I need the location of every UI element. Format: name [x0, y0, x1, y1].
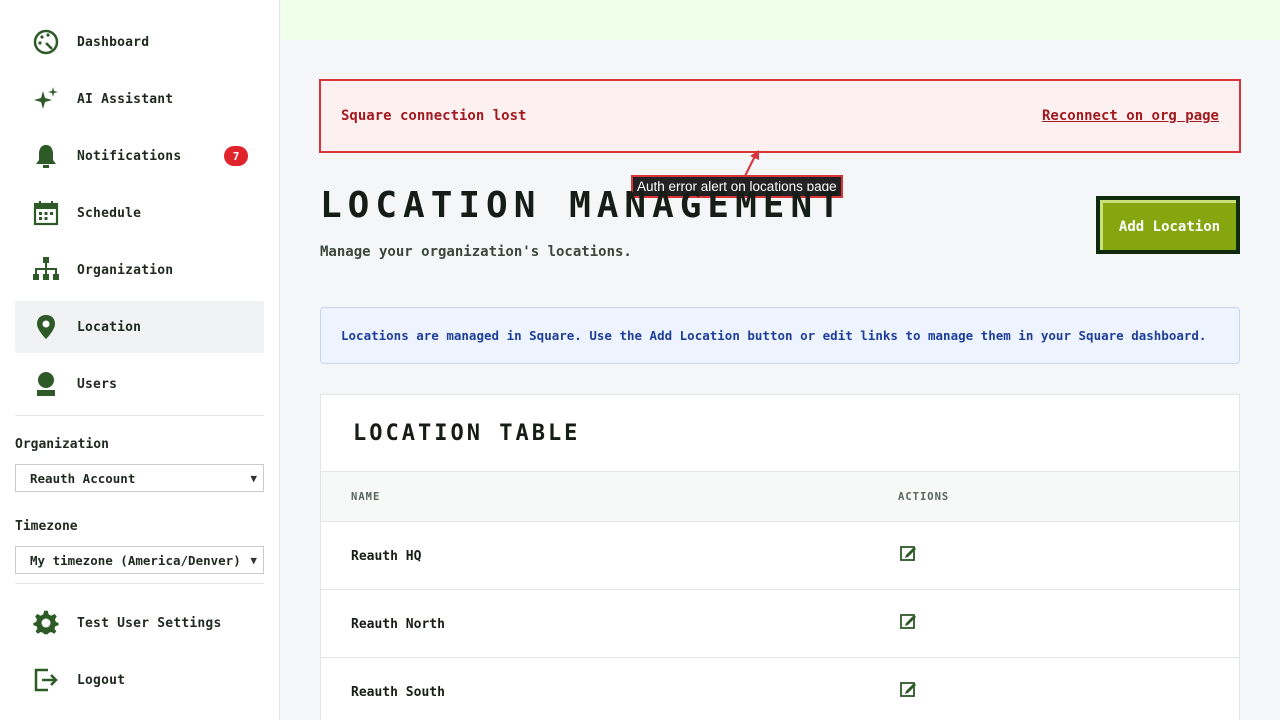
timezone-select[interactable]: My timezone (America/Denver) ▼ — [15, 546, 264, 574]
sidebar-item-users[interactable]: Users — [15, 358, 264, 410]
page-subtitle: Manage your organization's locations. — [320, 244, 632, 260]
org-chart-icon — [31, 255, 61, 285]
timezone-label: Timezone — [15, 519, 78, 534]
sidebar-divider — [15, 415, 264, 416]
sidebar-item-label: Notifications — [77, 148, 182, 164]
edit-icon[interactable] — [899, 543, 919, 563]
alert-message: Square connection lost — [341, 108, 527, 124]
user-icon — [31, 369, 61, 399]
location-table-card: Location Table NAME ACTIONS Reauth HQ Re… — [320, 394, 1240, 720]
notification-count-badge: 7 — [224, 146, 248, 166]
add-location-button-label: Add Location — [1100, 200, 1236, 250]
sidebar-item-test-user-settings[interactable]: Test User Settings — [15, 597, 264, 649]
timezone-select-value: My timezone (America/Denver) — [30, 552, 241, 568]
table-header: NAME ACTIONS — [321, 471, 1239, 522]
sidebar-item-dashboard[interactable]: Dashboard — [15, 16, 264, 68]
sidebar-item-logout[interactable]: Logout — [15, 654, 264, 706]
chevron-down-icon: ▼ — [250, 553, 257, 567]
location-name: Reauth South — [351, 685, 445, 700]
sidebar-item-label: Users — [77, 376, 118, 392]
organization-select-value: Reauth Account — [30, 470, 136, 486]
edit-icon[interactable] — [899, 611, 919, 631]
page-title: Location Management — [320, 185, 846, 226]
dashboard-icon — [31, 27, 61, 57]
sidebar-item-schedule[interactable]: Schedule — [15, 187, 264, 239]
sidebar-item-label: Schedule — [77, 205, 142, 221]
reconnect-link[interactable]: Reconnect on org page — [1042, 108, 1219, 124]
sidebar: Dashboard AI Assistant Notifications 7 S… — [0, 0, 280, 720]
sidebar-divider — [15, 583, 264, 584]
table-row: Reauth South — [321, 658, 1239, 720]
sidebar-item-label: AI Assistant — [77, 91, 174, 107]
organization-label: Organization — [15, 437, 109, 452]
sidebar-item-location[interactable]: Location — [15, 301, 264, 353]
table-row: Reauth North — [321, 590, 1239, 658]
sidebar-item-ai-assistant[interactable]: AI Assistant — [15, 73, 264, 125]
location-name: Reauth North — [351, 617, 445, 632]
sparkle-icon — [31, 84, 61, 114]
sidebar-item-organization[interactable]: Organization — [15, 244, 264, 296]
bell-icon — [31, 141, 61, 171]
gear-icon — [31, 608, 61, 638]
add-location-button[interactable]: Add Location — [1096, 196, 1240, 254]
sidebar-item-notifications[interactable]: Notifications 7 — [15, 130, 264, 182]
calendar-icon — [31, 198, 61, 228]
table-title: Location Table — [353, 421, 581, 446]
chevron-down-icon: ▼ — [250, 471, 257, 485]
sidebar-item-label: Location — [77, 319, 142, 335]
column-header-name: NAME — [351, 491, 381, 503]
edit-icon[interactable] — [899, 679, 919, 699]
sidebar-item-label: Dashboard — [77, 34, 150, 50]
table-row: Reauth HQ — [321, 522, 1239, 590]
sidebar-item-label: Test User Settings — [77, 615, 222, 631]
sidebar-item-label: Organization — [77, 262, 174, 278]
organization-select[interactable]: Reauth Account ▼ — [15, 464, 264, 492]
map-pin-icon — [31, 312, 61, 342]
top-banner-strip — [281, 0, 1280, 40]
column-header-actions: ACTIONS — [898, 491, 950, 503]
info-message: Locations are managed in Square. Use the… — [341, 328, 1207, 343]
sidebar-item-label: Logout — [77, 672, 126, 688]
location-name: Reauth HQ — [351, 549, 422, 564]
info-banner: Locations are managed in Square. Use the… — [320, 307, 1240, 364]
annotation-arrow-icon — [744, 150, 759, 177]
auth-error-alert: Square connection lost Reconnect on org … — [319, 79, 1241, 153]
logout-icon — [31, 665, 61, 695]
